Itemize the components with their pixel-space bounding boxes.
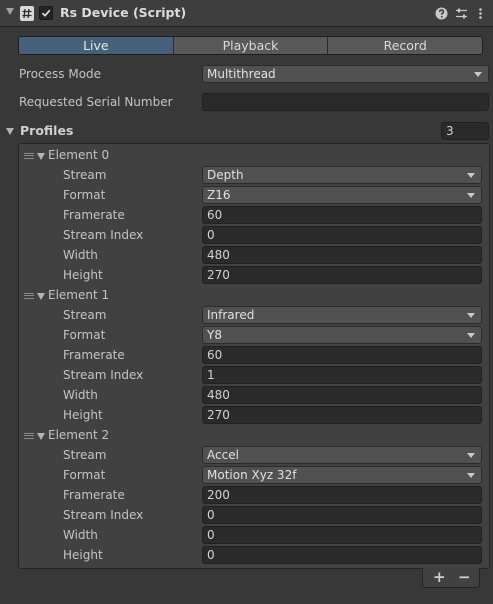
tab-live[interactable]: Live — [19, 37, 174, 54]
chevron-down-icon — [467, 193, 475, 198]
element-1-format-dropdown[interactable]: Y8 — [202, 326, 482, 344]
serial-number-input[interactable] — [202, 93, 489, 111]
preset-sliders-icon[interactable] — [455, 7, 468, 20]
element-0-framerate-label: Framerate — [63, 208, 125, 222]
element-0-stream-label: Stream — [63, 168, 107, 182]
element-2-height-label: Height — [63, 548, 103, 562]
drag-handle-icon[interactable] — [24, 153, 34, 159]
element-0-stream-dropdown[interactable]: Depth — [202, 166, 482, 184]
element-2-stream-value: Accel — [207, 448, 239, 462]
element-1-height-label: Height — [63, 408, 103, 422]
component-title: Rs Device (Script) — [60, 5, 187, 20]
element-2-framerate-label: Framerate — [63, 488, 125, 502]
remove-element-button[interactable]: − — [458, 568, 471, 586]
element-1-framerate-input[interactable]: 60 — [202, 346, 482, 364]
element-2-stream-label: Stream — [63, 448, 107, 462]
element-2-foldout-arrow-icon[interactable] — [37, 433, 45, 440]
tab-record[interactable]: Record — [328, 37, 482, 54]
serial-number-label: Requested Serial Number — [19, 95, 173, 109]
element-2-width-label: Width — [63, 528, 98, 542]
inspector-panel: Rs Device (Script) Live Playback Record … — [0, 0, 493, 604]
script-hash-icon — [20, 6, 34, 21]
element-1-width-input[interactable]: 480 — [202, 386, 482, 404]
element-1-stream-dropdown[interactable]: Infrared — [202, 306, 482, 324]
drag-handle-icon[interactable] — [24, 433, 34, 439]
element-1-format-value: Y8 — [207, 328, 222, 342]
element-1-stream-value: Infrared — [207, 308, 255, 322]
element-0-foldout-arrow-icon[interactable] — [37, 153, 45, 160]
add-element-button[interactable]: + — [433, 568, 446, 586]
mode-tab-bar: Live Playback Record — [18, 36, 483, 55]
element-1-stream-index-label: Stream Index — [63, 368, 144, 382]
process-mode-value: Multithread — [207, 67, 276, 81]
element-0-format-label: Format — [63, 188, 106, 202]
help-icon[interactable] — [435, 7, 448, 20]
element-1-framerate-label: Framerate — [63, 348, 125, 362]
element-1-height-input[interactable]: 270 — [202, 406, 482, 424]
profiles-size-input[interactable]: 3 — [441, 122, 489, 140]
element-2-label: Element 2 — [48, 428, 110, 442]
element-2-stream-index-label: Stream Index — [63, 508, 144, 522]
element-2-format-value: Motion Xyz 32f — [207, 468, 297, 482]
element-0-framerate-input[interactable]: 60 — [202, 206, 482, 224]
chevron-down-icon — [467, 313, 475, 318]
checkmark-icon — [41, 9, 51, 17]
element-2-framerate-input[interactable]: 200 — [202, 486, 482, 504]
element-0-height-input[interactable]: 270 — [202, 266, 482, 284]
element-2-stream-dropdown[interactable]: Accel — [202, 446, 482, 464]
element-0-stream-index-input[interactable]: 0 — [202, 226, 482, 244]
element-1-format-label: Format — [63, 328, 106, 342]
chevron-down-icon — [467, 453, 475, 458]
element-1-stream-index-input[interactable]: 1 — [202, 366, 482, 384]
component-header[interactable]: Rs Device (Script) — [0, 0, 493, 27]
list-footer: + − — [422, 568, 480, 588]
profiles-label: Profiles — [20, 123, 74, 138]
enabled-checkbox[interactable] — [39, 6, 53, 20]
element-0-stream-value: Depth — [207, 168, 244, 182]
profiles-foldout-arrow-icon[interactable] — [6, 128, 14, 135]
element-0-stream-index-label: Stream Index — [63, 228, 144, 242]
chevron-down-icon — [467, 173, 475, 178]
element-0-height-label: Height — [63, 268, 103, 282]
chevron-down-icon — [474, 72, 482, 77]
chevron-down-icon — [467, 473, 475, 478]
element-1-label: Element 1 — [48, 288, 110, 302]
element-0-format-dropdown[interactable]: Z16 — [202, 186, 482, 204]
foldout-arrow-icon[interactable] — [6, 8, 14, 15]
element-1-width-label: Width — [63, 388, 98, 402]
more-options-icon[interactable] — [474, 7, 487, 20]
element-2-format-dropdown[interactable]: Motion Xyz 32f — [202, 466, 482, 484]
element-1-stream-label: Stream — [63, 308, 107, 322]
element-2-format-label: Format — [63, 468, 106, 482]
process-mode-label: Process Mode — [19, 67, 102, 81]
chevron-down-icon — [467, 333, 475, 338]
tab-playback[interactable]: Playback — [173, 37, 329, 54]
element-1-foldout-arrow-icon[interactable] — [37, 293, 45, 300]
element-0-width-label: Width — [63, 248, 98, 262]
element-0-label: Element 0 — [48, 148, 110, 162]
element-2-stream-index-input[interactable]: 0 — [202, 506, 482, 524]
drag-handle-icon[interactable] — [24, 293, 34, 299]
element-2-height-input[interactable]: 0 — [202, 546, 482, 564]
process-mode-dropdown[interactable]: Multithread — [202, 65, 489, 83]
element-0-format-value: Z16 — [207, 188, 231, 202]
element-2-width-input[interactable]: 0 — [202, 526, 482, 544]
element-0-width-input[interactable]: 480 — [202, 246, 482, 264]
